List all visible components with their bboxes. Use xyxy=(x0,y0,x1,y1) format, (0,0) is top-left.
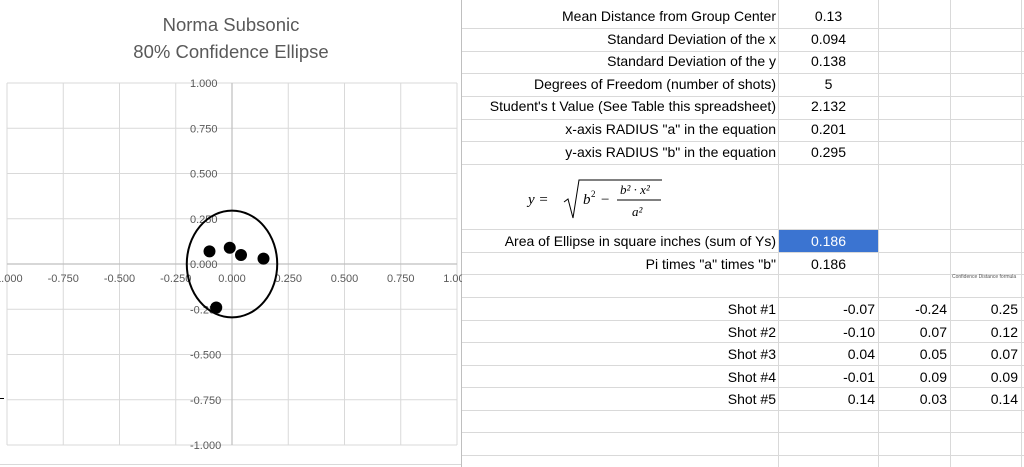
shot-label: Shot #3 xyxy=(727,346,776,362)
shot-value-dist[interactable]: 0.09 xyxy=(951,367,1018,387)
y-tick-label: 0.750 xyxy=(190,123,218,135)
shot-value-y[interactable]: 0.09 xyxy=(879,367,947,387)
shot-value-dist[interactable]: 0.25 xyxy=(951,299,1018,319)
x-tick-label: -0.750 xyxy=(48,273,79,285)
shot-value-dist[interactable]: 0.07 xyxy=(951,344,1018,364)
stat-value-cell[interactable]: 0.201 xyxy=(779,119,878,139)
stat-label: x-axis RADIUS "a" in the equation xyxy=(565,121,776,137)
shot-value-dist[interactable]: 0.12 xyxy=(951,322,1018,342)
shot-label: Shot #2 xyxy=(727,324,776,340)
shot-point xyxy=(235,248,247,261)
area-label: Area of Ellipse in square inches (sum of… xyxy=(504,233,776,249)
x-tick-label: -0.500 xyxy=(104,273,135,285)
stat-label: Standard Deviation of the x xyxy=(607,31,776,47)
area-value-cell[interactable]: 0.186 xyxy=(779,230,878,252)
equation-minus: − xyxy=(601,192,609,208)
x-tick-label: 0.750 xyxy=(387,273,415,285)
shot-point xyxy=(223,241,236,254)
shot-point xyxy=(203,245,216,258)
shot-label: Shot #1 xyxy=(727,301,776,317)
shot-value-x[interactable]: -0.10 xyxy=(779,322,875,342)
x-tick-label: -1.000 xyxy=(0,273,23,285)
shot-value-y[interactable]: 0.07 xyxy=(879,322,947,342)
y-tick-label: 0.500 xyxy=(190,169,218,181)
shot-point xyxy=(210,301,223,314)
stat-value-cell[interactable]: 2.132 xyxy=(779,96,878,116)
shot-value-x[interactable]: 0.14 xyxy=(779,389,875,409)
shot-point xyxy=(257,252,270,265)
x-tick-label: 0.250 xyxy=(274,273,302,285)
equation-sup: 2 xyxy=(591,189,596,199)
stat-value-cell[interactable]: 0.13 xyxy=(779,6,878,26)
y-tick-label: -0.500 xyxy=(190,350,221,362)
stat-value-cell[interactable]: 0.094 xyxy=(779,29,878,49)
x-tick-label: 0.500 xyxy=(331,273,359,285)
shot-label: Shot #4 xyxy=(727,369,776,385)
y-tick-label: 0.000 xyxy=(190,259,218,271)
stat-value-cell[interactable]: 0.138 xyxy=(779,51,878,71)
pi-ab-value[interactable]: 0.186 xyxy=(779,254,878,274)
stat-label: y-axis RADIUS "b" in the equation xyxy=(565,144,776,160)
y-tick-label: 1.000 xyxy=(190,78,218,90)
scatter-chart: -1.000-0.750-0.500-0.2500.0000.2500.5000… xyxy=(0,78,462,452)
stat-label: Degrees of Freedom (number of shots) xyxy=(534,76,776,92)
pi-ab-label: Pi times "a" times "b" xyxy=(645,256,776,272)
shot-value-x[interactable]: -0.07 xyxy=(779,299,875,319)
y-tick-label: -0.750 xyxy=(190,395,221,407)
equation-b2: b xyxy=(583,192,591,208)
shot-value-y[interactable]: 0.03 xyxy=(879,389,947,409)
shot-value-y[interactable]: 0.05 xyxy=(879,344,947,364)
stat-value-cell[interactable]: 0.295 xyxy=(779,142,878,162)
stat-label: Mean Distance from Group Center xyxy=(562,8,776,24)
equation-numerator: b² · x² xyxy=(620,182,651,197)
equation-lhs: y = xyxy=(526,192,549,208)
equation-denominator: a² xyxy=(632,204,644,219)
stat-value-cell[interactable]: 5 xyxy=(779,74,878,94)
y-tick-label: -1.000 xyxy=(190,440,221,452)
x-tick-label: 0.000 xyxy=(218,273,246,285)
ellipse-equation: y = b 2 − b² · x² a² xyxy=(526,179,662,219)
shot-label: Shot #5 xyxy=(727,391,776,407)
shot-value-y[interactable]: -0.24 xyxy=(879,299,947,319)
shot-value-x[interactable]: 0.04 xyxy=(779,344,875,364)
stat-label: Student's t Value (See Table this spread… xyxy=(489,98,776,114)
shot-value-dist[interactable]: 0.14 xyxy=(951,389,1018,409)
tiny-header-label: Confidence Distance formula xyxy=(952,274,1017,280)
shot-value-x[interactable]: -0.01 xyxy=(779,367,875,387)
stat-label: Standard Deviation of the y xyxy=(607,53,776,69)
x-tick-label: 1.000 xyxy=(443,273,462,285)
